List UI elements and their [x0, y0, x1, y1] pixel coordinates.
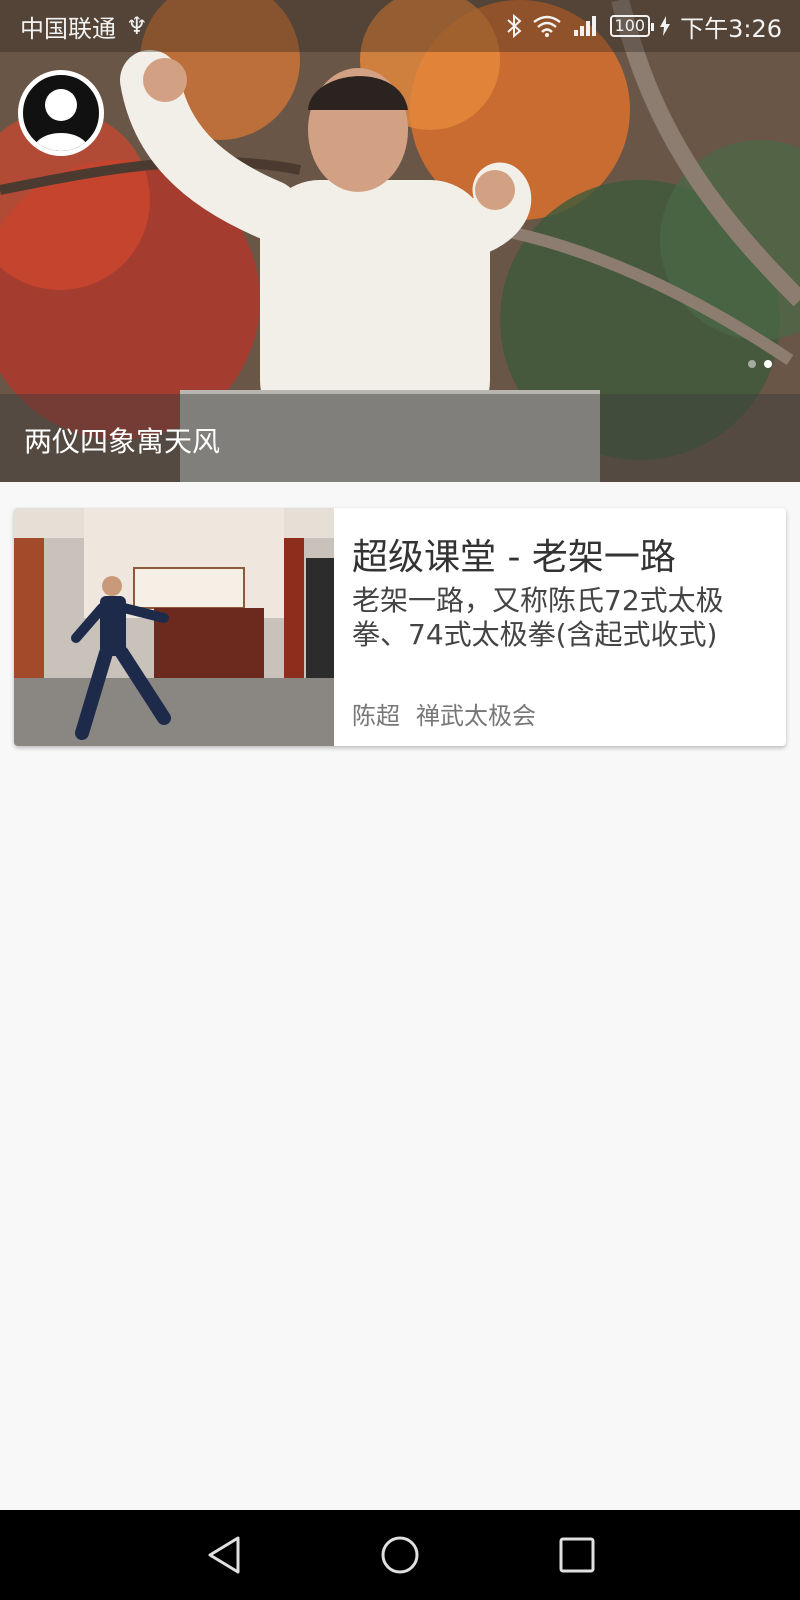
tai-chi-practice-photo [14, 508, 334, 746]
course-thumbnail [14, 508, 334, 746]
home-icon[interactable] [375, 1530, 425, 1580]
status-bar: 中国联通 ♆ 100 下午3:26 [0, 0, 800, 52]
carousel-dot [748, 360, 756, 368]
back-icon[interactable] [200, 1530, 250, 1580]
carrier-label: 中国联通 [20, 14, 116, 43]
banner-caption: 两仪四象寓天风 [24, 425, 221, 458]
course-card[interactable]: 超级课堂 - 老架一路 老架一路，又称陈氏72式太极拳、74式太极拳(含起式收式… [14, 508, 786, 746]
wifi-icon [532, 15, 561, 37]
user-icon [33, 89, 89, 151]
battery-icon: 100 [609, 15, 654, 37]
usb-icon: ♆ [126, 12, 148, 40]
course-author: 陈超 [352, 702, 400, 730]
course-meta: 陈超 禅武太极会 [352, 696, 536, 731]
bluetooth-icon [506, 14, 522, 38]
course-title: 超级课堂 - 老架一路 [352, 537, 676, 578]
course-description: 老架一路，又称陈氏72式太极拳、74式太极拳(含起式收式) [352, 584, 724, 651]
signal-icon [573, 16, 596, 36]
clock: 下午3:26 [680, 14, 782, 43]
recents-icon[interactable] [552, 1530, 602, 1580]
course-organization: 禅武太极会 [416, 702, 536, 730]
hero-banner[interactable]: 中国联通 ♆ 100 下午3:26 两仪四象寓天风 [0, 0, 800, 482]
carousel-dot-active [764, 360, 772, 368]
charging-icon [660, 16, 671, 36]
carousel-indicator [748, 360, 772, 368]
user-avatar-button[interactable] [18, 70, 104, 156]
system-nav-bar [0, 1510, 800, 1600]
